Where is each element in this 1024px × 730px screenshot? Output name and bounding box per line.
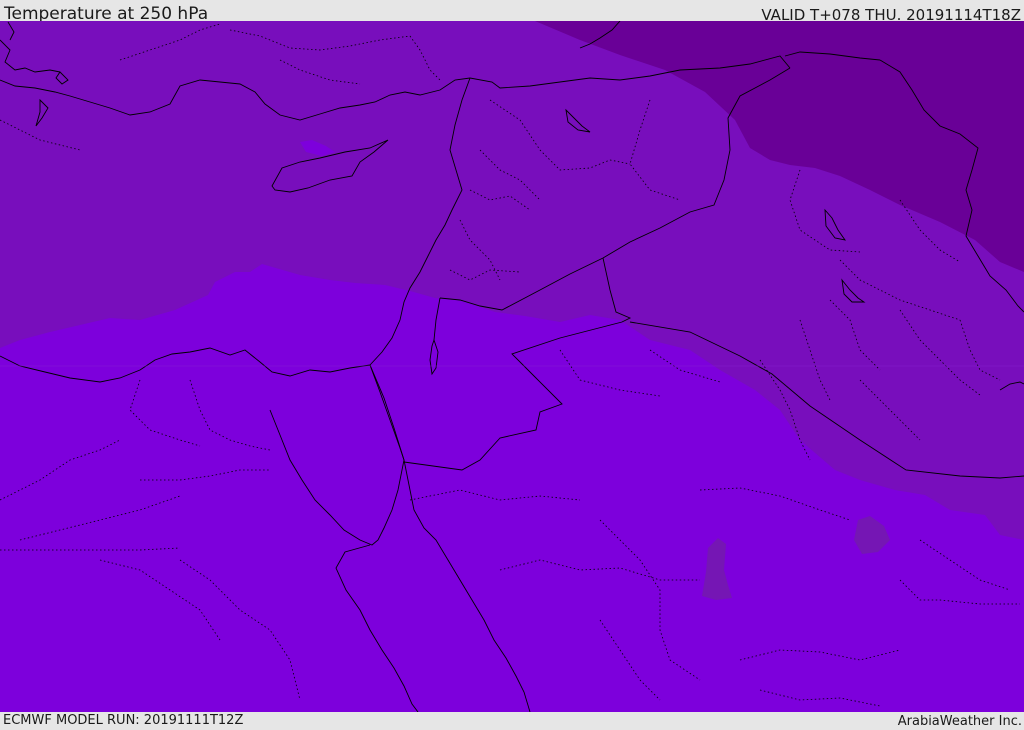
model-run-label: ECMWF MODEL RUN: 20191111T12Z (3, 713, 244, 728)
credit-label: ArabiaWeather Inc. (897, 714, 1022, 729)
map-canvas (0, 21, 1024, 712)
weather-map[interactable] (0, 21, 1024, 712)
header-bar: Temperature at 250 hPa VALID T+078 THU. … (0, 0, 1024, 24)
footer-bar: ECMWF MODEL RUN: 20191111T12Z ArabiaWeat… (0, 712, 1024, 729)
